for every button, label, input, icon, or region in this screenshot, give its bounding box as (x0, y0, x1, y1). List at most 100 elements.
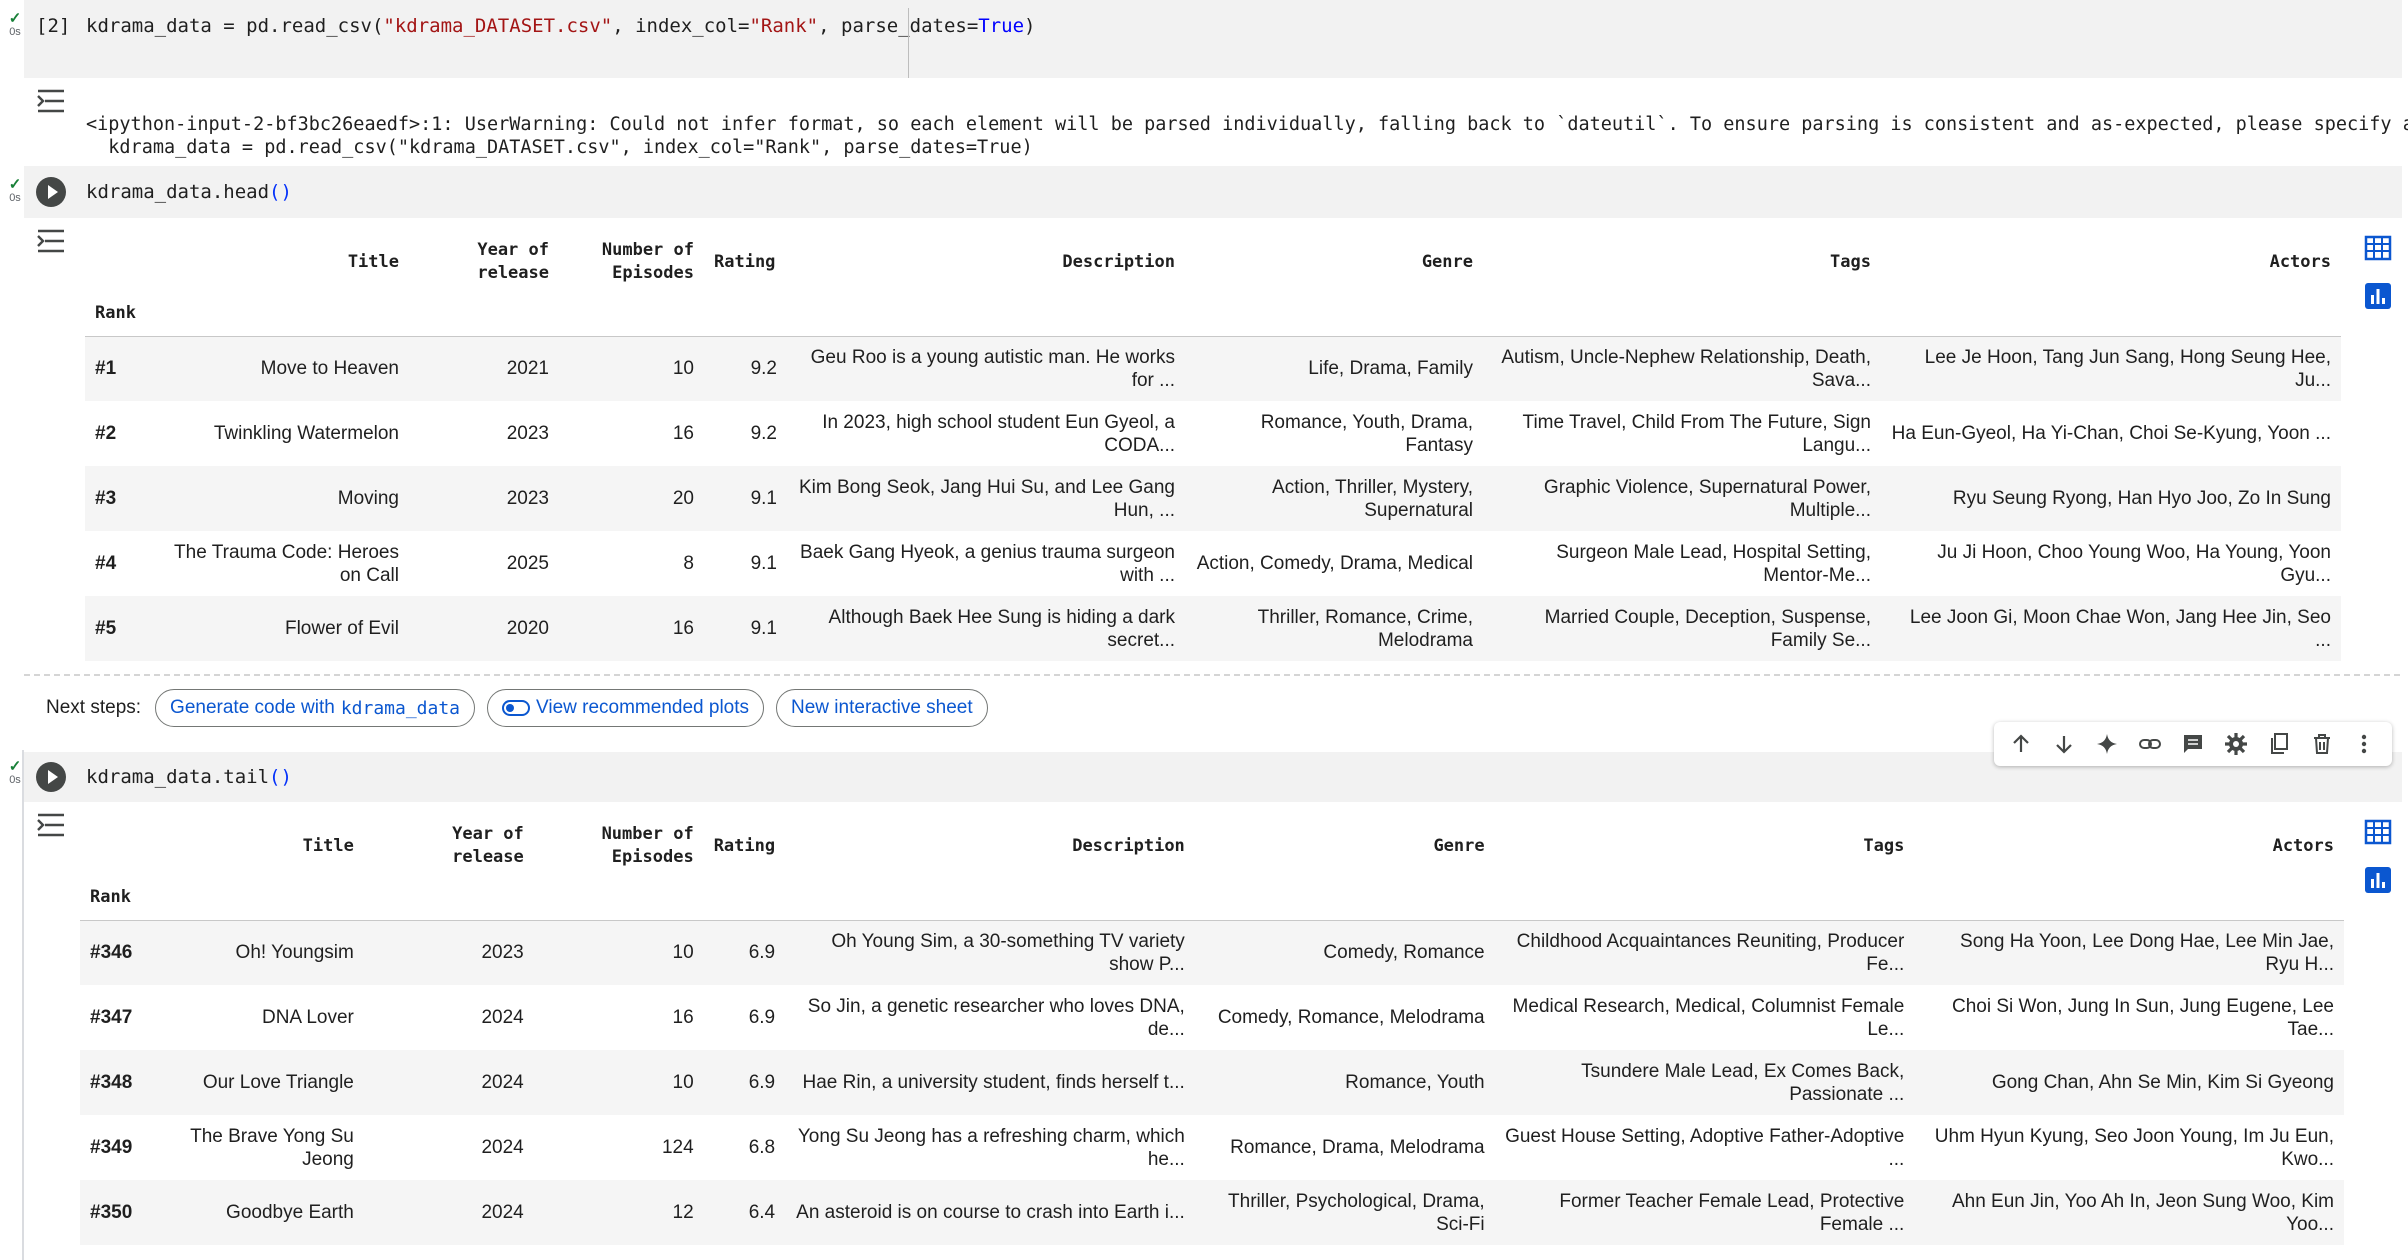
view-plots-button[interactable]: View recommended plots (487, 689, 765, 727)
cell-actors: Ha Eun-Gyeol, Ha Yi-Chan, Choi Se-Kyung,… (1891, 423, 2331, 444)
table-icon[interactable] (2364, 818, 2392, 846)
output-toggle-icon[interactable] (36, 88, 66, 114)
cell-episodes: 16 (672, 1007, 694, 1028)
table-row: #4 The Trauma Code: Heroes on Call 2025 8 9.… (85, 531, 2341, 596)
cell-description: In 2023, high school student Eun Gyeol, … (822, 411, 1175, 456)
cell-description: Hae Rin, a university student, finds her… (802, 1072, 1185, 1093)
code-text: , parse_dates= (818, 15, 979, 37)
cell-rating: 9.1 (750, 553, 777, 574)
cell-actors: Ryu Seung Ryong, Han Hyo Joo, Zo In Sung (1952, 488, 2331, 509)
run-cell-button[interactable] (36, 762, 66, 792)
copy-link-button[interactable] (2133, 727, 2167, 761)
new-interactive-sheet-button[interactable]: New interactive sheet (776, 689, 988, 727)
gear-icon (2224, 733, 2247, 755)
cell-toolbar (1994, 722, 2392, 766)
cell-description: Geu Roo is a young autistic man. He work… (810, 346, 1175, 391)
code-keyword: True (978, 15, 1025, 37)
settings-button[interactable] (2219, 727, 2253, 761)
table-row: #2 Twinkling Watermelon 2023 16 9.2 In 2023, … (85, 401, 2341, 466)
cell-actors: Ahn Eun Jin, Yoo Ah In, Jeon Sung Woo, K… (1951, 1190, 2334, 1235)
cell-title: Oh! Youngsim (235, 942, 354, 964)
cell-description: Kim Bong Seok, Jang Hui Su, and Lee Gang… (798, 476, 1175, 521)
cell-year: 2023 (506, 423, 549, 444)
table-row: #350 Goodbye Earth 2024 12 6.4 An asteroid is… (80, 1180, 2344, 1245)
chart-icon[interactable] (2364, 866, 2392, 894)
header-text: Year of (477, 240, 549, 260)
mirror-cell-button[interactable] (2262, 727, 2296, 761)
output-side-actions (2364, 234, 2392, 330)
execution-count: [2] (36, 15, 71, 37)
cell-episodes: 16 (672, 423, 694, 444)
link-icon (2139, 739, 2162, 749)
gemini-button[interactable] (2090, 727, 2124, 761)
cell-rating: 6.9 (748, 1072, 776, 1093)
col-header-title: Title (347, 251, 399, 272)
cell-year: 2024 (481, 1137, 524, 1158)
cell-title: Moving (337, 488, 399, 509)
move-up-button[interactable] (2004, 727, 2038, 761)
cell-year: 2023 (481, 942, 524, 964)
col-header-year: Year of release (364, 816, 534, 876)
cell-year: 2024 (481, 1072, 524, 1093)
table-row: #1 Move to Heaven 2021 10 9.2 Geu Roo is a yo… (85, 336, 2341, 401)
arrow-up-icon (2013, 734, 2030, 752)
index-header-rank: Rank (90, 887, 131, 908)
col-header-title: Title (302, 835, 354, 856)
cell-episodes: 20 (672, 488, 694, 509)
cell-genre: Comedy, Romance (1323, 942, 1485, 964)
code-line[interactable]: kdrama_data.tail() (86, 766, 292, 788)
cell-rating: 9.1 (750, 618, 777, 639)
cell-year: 2020 (506, 618, 549, 639)
col-header-tags: Tags (1830, 251, 1871, 272)
header-blank (80, 816, 152, 876)
cell-divider (24, 674, 2400, 676)
chip-label: New interactive sheet (791, 697, 973, 718)
row-index-rank: #347 (90, 1006, 133, 1028)
next-steps-bar: Next steps: Generate code with kdrama_da… (46, 689, 988, 727)
code-line[interactable]: kdrama_data.head() (86, 181, 292, 203)
sparkle-icon (2097, 734, 2118, 754)
cell-genre: Romance, Youth (1345, 1072, 1485, 1093)
cell-actors: Ju Ji Hoon, Choo Young Woo, Ha Young, Yo… (1937, 541, 2331, 586)
col-header-actors: Actors (2269, 251, 2331, 272)
move-down-button[interactable] (2047, 727, 2081, 761)
cell-genre: Thriller, Psychological, Drama, Sci-Fi (1228, 1190, 1485, 1235)
cell-tags: Autism, Uncle-Nephew Relationship, Death… (1501, 346, 1871, 391)
cell-tags: Medical Research, Medical, Columnist Fem… (1512, 995, 1905, 1040)
table-row: #3 Moving 2023 20 9.1 Kim Bong Seok, Jang Hui… (85, 466, 2341, 531)
code-cell-1[interactable] (24, 0, 2402, 78)
cell-tags: Tsundere Male Lead, Ex Comes Back, Passi… (1581, 1060, 1905, 1105)
cell-title: Goodbye Earth (226, 1202, 354, 1223)
col-header-rating: Rating (714, 251, 776, 272)
code-cell-2[interactable] (24, 166, 2402, 218)
text-cursor (908, 8, 909, 78)
header-text: Episodes (612, 263, 694, 283)
table-icon[interactable] (2364, 234, 2392, 262)
header-text: release (452, 847, 524, 867)
col-header-episodes: Number of Episodes (559, 232, 704, 292)
delete-cell-button[interactable] (2305, 727, 2339, 761)
dataframe-tail-table: Title Year of release Number of Episodes R… (80, 816, 2344, 1245)
col-header-description: Description (1062, 251, 1175, 272)
code-string: "kdrama_DATASET.csv" (383, 15, 613, 37)
more-actions-button[interactable] (2347, 727, 2381, 761)
output-toggle-icon[interactable] (36, 812, 66, 838)
run-cell-button[interactable] (36, 177, 66, 207)
code-line[interactable]: kdrama_data = pd.read_csv("kdrama_DATASE… (86, 15, 1036, 37)
cell-tags: Time Travel, Child From The Future, Sign… (1522, 411, 1871, 456)
generate-code-button[interactable]: Generate code with kdrama_data (155, 689, 476, 727)
cell-description: Yong Su Jeong has a refreshing charm, wh… (797, 1125, 1185, 1170)
cell-genre: Comedy, Romance, Melodrama (1217, 1007, 1485, 1028)
cell-description: An asteroid is on course to crash into E… (796, 1202, 1185, 1223)
row-index-rank: #346 (90, 941, 133, 963)
header-blank (85, 232, 147, 292)
cell-actors: Gong Chan, Ahn Se Min, Kim Si Gyeong (1991, 1072, 2334, 1093)
output-toggle-icon[interactable] (36, 228, 66, 254)
row-index-rank: #5 (95, 617, 117, 639)
chart-icon[interactable] (2364, 282, 2392, 310)
cell-description: Oh Young Sim, a 30-something TV variety … (831, 930, 1185, 975)
cell-genre: Life, Drama, Family (1308, 358, 1473, 380)
comment-button[interactable] (2176, 727, 2210, 761)
cell-actors: Uhm Hyun Kyung, Seo Joon Young, Im Ju Eu… (1934, 1125, 2334, 1170)
cell-tags: Graphic Violence, Supernatural Power, Mu… (1543, 476, 1871, 521)
